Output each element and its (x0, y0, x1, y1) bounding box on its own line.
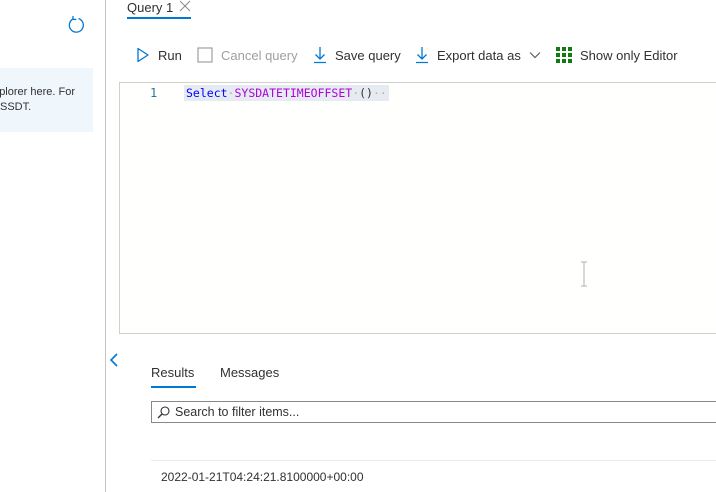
code-args: () (359, 86, 373, 100)
result-cell[interactable]: 2022-01-21T04:24:21.8100000+00:00 (161, 470, 364, 484)
explorer-pane: plorer here. For SSDT. (0, 0, 106, 492)
download-icon (313, 46, 327, 64)
tab-query-label: Query 1 (127, 0, 174, 15)
export-data-button[interactable]: Export data as (415, 44, 541, 66)
code-function: SYSDATETIMEOFFSET (234, 86, 353, 100)
info-text-line2: SSDT. (0, 101, 32, 113)
export-data-label: Export data as (437, 47, 521, 63)
show-only-editor-button[interactable]: Show only Editor (556, 44, 678, 66)
pane-divider[interactable] (105, 0, 106, 492)
export-download-icon (415, 46, 429, 64)
run-label: Run (158, 47, 182, 63)
info-text-line1: plorer here. For (0, 86, 75, 98)
save-query-label: Save query (335, 47, 401, 63)
results-search-box[interactable] (151, 401, 716, 423)
chevron-left-icon[interactable] (107, 351, 121, 369)
grid-row-separator (151, 460, 716, 461)
code-keyword: Select (186, 86, 228, 100)
chevron-down-icon (529, 51, 541, 59)
play-icon (136, 47, 150, 63)
search-input[interactable] (175, 404, 695, 420)
stop-icon (197, 47, 213, 63)
cancel-query-label: Cancel query (221, 47, 298, 63)
close-icon[interactable] (179, 0, 191, 14)
cancel-query-button[interactable]: Cancel query (197, 44, 298, 66)
save-query-button[interactable]: Save query (313, 44, 401, 66)
line-number: 1 (150, 86, 158, 100)
grid-icon (556, 47, 572, 63)
explorer-info-box: plorer here. For SSDT. (0, 68, 93, 132)
refresh-icon[interactable] (65, 14, 87, 36)
show-only-editor-label: Show only Editor (580, 47, 678, 63)
tab-active-indicator (127, 17, 191, 19)
text-cursor-icon (579, 261, 589, 287)
tab-results[interactable]: Results (151, 365, 194, 380)
results-tab-indicator (151, 386, 196, 388)
run-button[interactable]: Run (136, 44, 182, 66)
query-editor[interactable]: 1 Select·SYSDATETIMEOFFSET·()·· (119, 82, 716, 334)
tab-messages[interactable]: Messages (220, 365, 279, 380)
search-icon (157, 406, 170, 419)
code-line-1[interactable]: Select·SYSDATETIMEOFFSET·()·· (184, 85, 389, 101)
